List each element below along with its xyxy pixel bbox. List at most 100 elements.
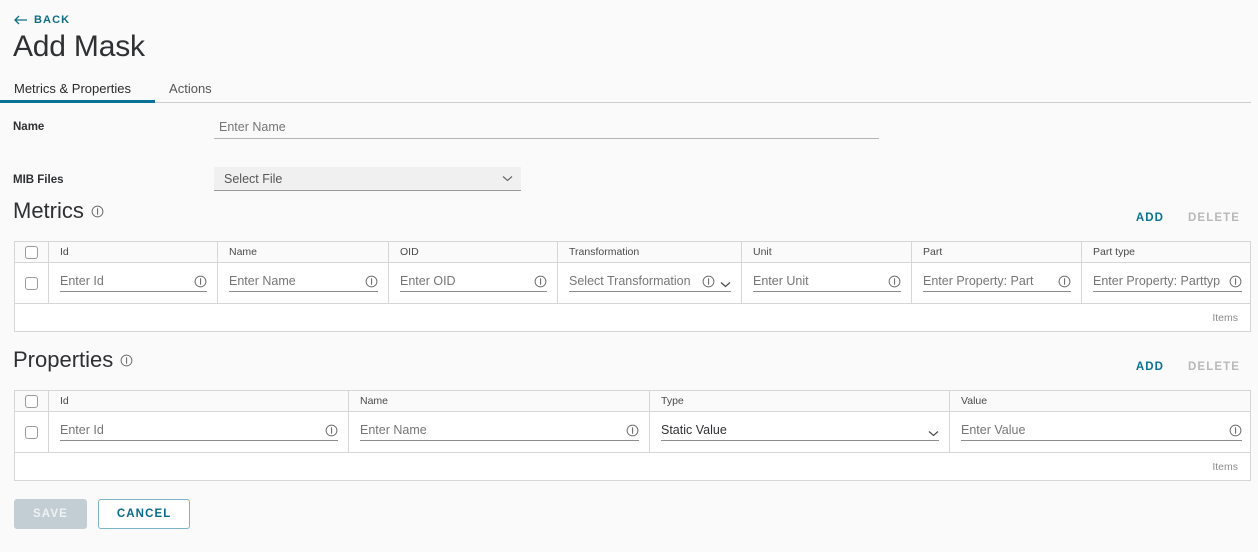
tab-bar: Metrics & Properties Actions xyxy=(0,78,1251,103)
chevron-down-icon[interactable] xyxy=(720,281,731,288)
metrics-oid-placeholder: Enter OID xyxy=(400,274,456,288)
info-icon[interactable] xyxy=(365,275,378,288)
metrics-part-placeholder: Enter Property: Part xyxy=(923,274,1034,288)
metrics-oid-field[interactable]: Enter OID xyxy=(400,274,547,292)
properties-value-placeholder: Enter Value xyxy=(961,423,1026,437)
tab-actions[interactable]: Actions xyxy=(169,81,212,102)
metrics-select-all-cell xyxy=(15,242,48,262)
metrics-row-select-cell xyxy=(15,263,48,303)
properties-col-value: Value xyxy=(949,391,1252,411)
metrics-cell-id: Enter Id xyxy=(48,263,217,303)
metrics-cell-transformation: Select Transformation xyxy=(557,263,741,303)
save-button[interactable]: SAVE xyxy=(14,499,87,529)
properties-type-value: Static Value xyxy=(661,423,727,437)
info-icon[interactable] xyxy=(325,424,338,437)
metrics-actions: ADD DELETE xyxy=(1136,212,1240,224)
properties-cell-id: Enter Id xyxy=(48,412,348,452)
info-icon[interactable] xyxy=(1058,275,1071,288)
info-icon[interactable] xyxy=(91,205,104,218)
properties-col-id: Id xyxy=(48,391,348,411)
properties-name-field[interactable]: Enter Name xyxy=(360,423,639,441)
properties-grid: Id Name Type Value Enter Id Enter Name S… xyxy=(14,390,1251,481)
metrics-unit-field[interactable]: Enter Unit xyxy=(753,274,901,292)
metrics-col-part-type: Part type xyxy=(1081,242,1252,262)
metrics-name-field[interactable]: Enter Name xyxy=(229,274,378,292)
add-mask-page: BACK Add Mask Metrics & Properties Actio… xyxy=(0,0,1258,552)
cancel-button[interactable]: CANCEL xyxy=(97,499,191,529)
properties-col-name: Name xyxy=(348,391,649,411)
metrics-cell-unit: Enter Unit xyxy=(741,263,911,303)
back-link[interactable]: BACK xyxy=(14,14,70,26)
properties-cell-value: Enter Value xyxy=(949,412,1252,452)
info-icon[interactable] xyxy=(120,354,133,367)
metrics-part-type-placeholder: Enter Property: Parttyp xyxy=(1093,274,1221,288)
metrics-row-checkbox[interactable] xyxy=(25,276,38,290)
properties-table-row: Enter Id Enter Name Static Value Enter V… xyxy=(15,412,1250,453)
properties-id-placeholder: Enter Id xyxy=(60,423,104,437)
metrics-col-unit: Unit xyxy=(741,242,911,262)
metrics-id-placeholder: Enter Id xyxy=(60,274,104,288)
name-label: Name xyxy=(13,121,45,133)
properties-cell-name: Enter Name xyxy=(348,412,649,452)
properties-value-field[interactable]: Enter Value xyxy=(961,423,1242,441)
metrics-col-oid: OID xyxy=(388,242,557,262)
name-input[interactable] xyxy=(214,120,879,139)
properties-add-button[interactable]: ADD xyxy=(1136,361,1164,373)
metrics-name-placeholder: Enter Name xyxy=(229,274,296,288)
metrics-part-type-field[interactable]: Enter Property: Parttyp xyxy=(1093,274,1242,292)
form-actions: SAVE CANCEL xyxy=(14,499,191,529)
properties-grid-footer: Items xyxy=(15,453,1250,480)
mib-files-label: MIB Files xyxy=(13,174,64,186)
metrics-items-label: Items xyxy=(1212,311,1238,324)
mib-files-selected-value: Select File xyxy=(224,171,283,186)
properties-col-type: Type xyxy=(649,391,949,411)
properties-actions: ADD DELETE xyxy=(1136,361,1240,373)
metrics-cell-part-type: Enter Property: Parttyp xyxy=(1081,263,1252,303)
info-icon[interactable] xyxy=(626,424,639,437)
properties-select-all-checkbox[interactable] xyxy=(25,394,38,408)
properties-row-checkbox[interactable] xyxy=(25,425,38,439)
properties-cell-type: Static Value xyxy=(649,412,949,452)
metrics-select-all-checkbox[interactable] xyxy=(25,245,38,259)
metrics-add-button[interactable]: ADD xyxy=(1136,212,1164,224)
info-icon[interactable] xyxy=(194,275,207,288)
metrics-section-header: Metrics xyxy=(13,198,104,224)
metrics-cell-part: Enter Property: Part xyxy=(911,263,1081,303)
metrics-col-part: Part xyxy=(911,242,1081,262)
metrics-grid-header: Id Name OID Transformation Unit Part Par… xyxy=(15,242,1250,263)
metrics-cell-oid: Enter OID xyxy=(388,263,557,303)
properties-grid-header: Id Name Type Value xyxy=(15,391,1250,412)
info-icon[interactable] xyxy=(1229,424,1242,437)
chevron-down-icon[interactable] xyxy=(928,430,939,437)
properties-delete-button[interactable]: DELETE xyxy=(1188,361,1240,373)
metrics-id-field[interactable]: Enter Id xyxy=(60,274,207,292)
back-label: BACK xyxy=(34,14,71,26)
properties-id-field[interactable]: Enter Id xyxy=(60,423,338,441)
metrics-col-name: Name xyxy=(217,242,388,262)
info-icon[interactable] xyxy=(1229,275,1242,288)
tab-metrics-properties[interactable]: Metrics & Properties xyxy=(0,81,156,103)
properties-name-placeholder: Enter Name xyxy=(360,423,427,437)
metrics-table-row: Enter Id Enter Name Enter OID Select Tra… xyxy=(15,263,1250,304)
chevron-down-icon xyxy=(502,176,513,182)
info-icon[interactable] xyxy=(702,275,715,288)
metrics-part-field[interactable]: Enter Property: Part xyxy=(923,274,1071,292)
metrics-title: Metrics xyxy=(13,198,84,223)
properties-type-select[interactable]: Static Value xyxy=(661,423,939,441)
properties-title: Properties xyxy=(13,347,114,372)
mib-files-select[interactable]: Select File xyxy=(214,167,521,191)
metrics-transformation-placeholder: Select Transformation xyxy=(569,274,691,288)
page-title: Add Mask xyxy=(13,30,145,63)
metrics-col-id: Id xyxy=(48,242,217,262)
metrics-cell-name: Enter Name xyxy=(217,263,388,303)
metrics-delete-button[interactable]: DELETE xyxy=(1188,212,1240,224)
arrow-left-icon xyxy=(14,15,27,25)
properties-items-label: Items xyxy=(1212,460,1238,473)
properties-select-all-cell xyxy=(15,391,48,411)
metrics-grid: Id Name OID Transformation Unit Part Par… xyxy=(14,241,1251,332)
metrics-col-transformation: Transformation xyxy=(557,242,741,262)
info-icon[interactable] xyxy=(888,275,901,288)
metrics-transformation-select[interactable]: Select Transformation xyxy=(569,274,731,292)
properties-section-header: Properties xyxy=(13,347,133,373)
info-icon[interactable] xyxy=(534,275,547,288)
